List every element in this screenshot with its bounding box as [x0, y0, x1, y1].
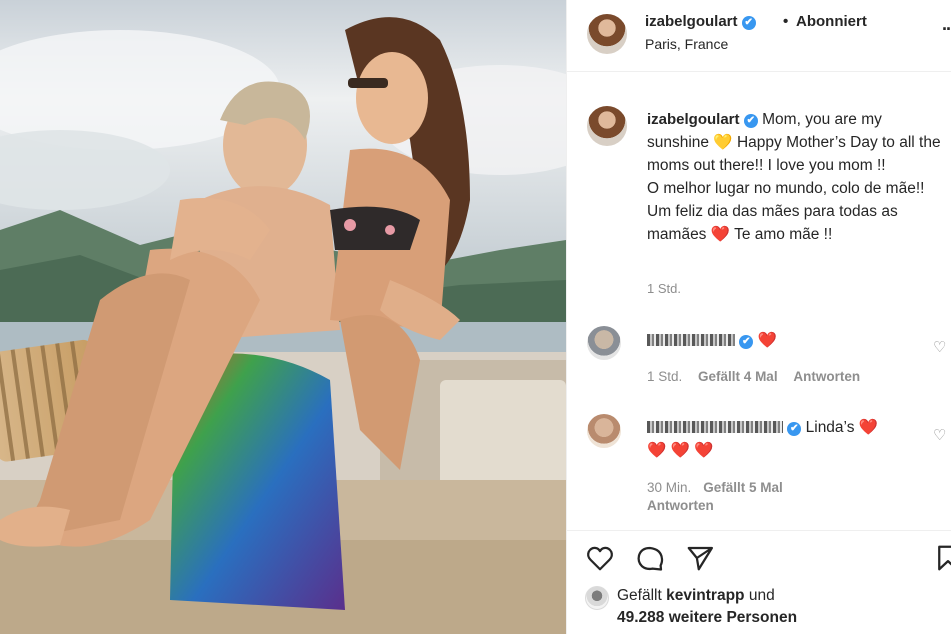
post-actions-bar: Gefällt kevintrapp und 49.288 weitere Pe… [567, 530, 951, 634]
heart-outline-icon[interactable] [585, 543, 615, 573]
comment-likes[interactable]: Gefällt 5 Mal [703, 480, 783, 495]
liker-avatar[interactable] [585, 586, 609, 610]
caption-author-avatar[interactable] [587, 106, 627, 146]
comment-meta: 30 Min. Gefällt 5 Mal Antworten [647, 479, 847, 515]
post-location[interactable]: Paris, France [645, 36, 728, 52]
comment-avatar[interactable] [587, 326, 621, 360]
post-header: izabelgoulart ✔ • Abonniert Paris, Franc… [567, 0, 951, 72]
paper-plane-icon[interactable] [685, 543, 715, 573]
post-caption: izabelgoulart ✔ Mom, you are my sunshine… [647, 108, 947, 246]
comment-likes[interactable]: Gefällt 4 Mal [698, 369, 778, 384]
verified-badge-icon: ✔ [741, 16, 756, 30]
yellow-heart-emoji: 💛 [713, 134, 733, 151]
comment-text-line2: ❤️ ❤️ ❤️ [647, 442, 714, 459]
comment-meta: 1 Std. Gefällt 4 Mal Antworten [647, 369, 872, 384]
comment-avatar[interactable] [587, 414, 621, 448]
liked-by-user[interactable]: kevintrapp [666, 587, 744, 604]
liked-by-suffix: und [748, 587, 775, 604]
comment-text: Linda’s ❤️ [805, 419, 879, 436]
blurred-username[interactable] [647, 421, 783, 433]
liked-by-line: Gefällt kevintrapp und [617, 587, 775, 605]
blurred-username[interactable] [647, 334, 735, 346]
author-username-text[interactable]: izabelgoulart [645, 13, 738, 30]
comment-reply-button[interactable]: Antworten [647, 498, 714, 513]
comment-like-heart-icon[interactable]: ♡ [933, 338, 946, 356]
post-photo[interactable] [0, 0, 566, 634]
verified-badge-icon: ✔ [787, 422, 802, 436]
follow-status-button[interactable]: Abonniert [796, 13, 867, 30]
verified-badge-icon: ✔ [743, 114, 758, 128]
caption-text-4: Te amo mãe !! [730, 226, 833, 243]
liked-by-prefix: Gefällt [617, 587, 662, 604]
comment-item: ✔ ❤️ [647, 329, 917, 352]
comment-text: ❤️ [757, 332, 777, 349]
bookmark-icon[interactable] [933, 543, 951, 573]
comment-time[interactable]: 1 Std. [647, 369, 682, 384]
header-separator: • [783, 13, 789, 30]
caption-timestamp[interactable]: 1 Std. [647, 281, 681, 296]
more-options-icon[interactable]: ... [942, 14, 951, 35]
comment-time[interactable]: 30 Min. [647, 480, 691, 495]
comment-bubble-icon[interactable] [635, 543, 665, 573]
comment-item: ✔ Linda’s ❤️ ❤️ ❤️ ❤️ [647, 416, 917, 462]
comment-reply-button[interactable]: Antworten [793, 369, 860, 384]
caption-username[interactable]: izabelgoulart [647, 111, 740, 128]
red-heart-emoji: ❤️ [710, 226, 731, 243]
post-details-panel: izabelgoulart ✔ • Abonniert Paris, Franc… [566, 0, 951, 634]
author-username[interactable]: izabelgoulart ✔ [645, 13, 756, 30]
author-avatar[interactable] [587, 14, 627, 54]
liked-by-others[interactable]: 49.288 weitere Personen [617, 609, 797, 627]
comment-like-heart-icon[interactable]: ♡ [933, 426, 946, 444]
verified-badge-icon: ✔ [739, 335, 754, 349]
photo-illustration [0, 0, 566, 634]
